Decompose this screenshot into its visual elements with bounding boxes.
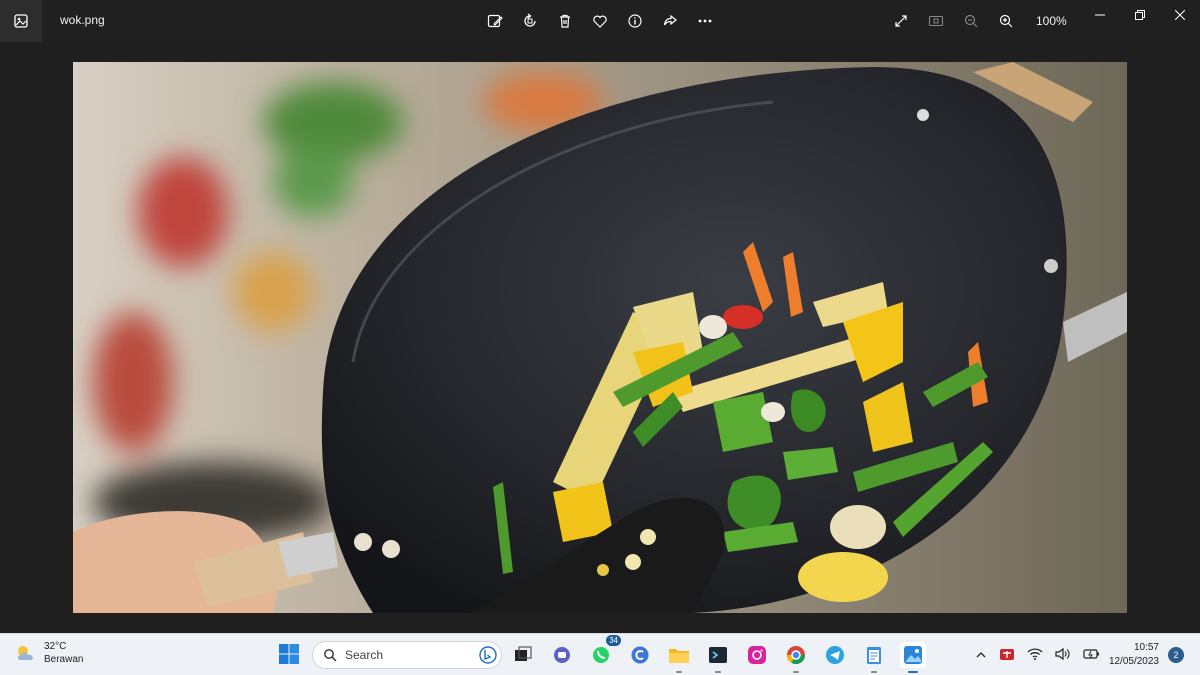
share-icon[interactable] [659,10,681,32]
taskbar-search[interactable]: Search [312,641,502,669]
clock-date: 12/05/2023 [1108,656,1159,667]
weather-widget[interactable]: 32°C Berawan [14,640,83,666]
windows-logo-icon [279,644,299,664]
task-view-icon[interactable] [510,642,536,668]
delete-icon[interactable] [554,10,576,32]
bing-icon[interactable] [479,646,497,664]
edit-image-icon[interactable] [484,10,506,32]
volume-icon[interactable] [1055,647,1071,666]
notification-badge[interactable]: 2 [1168,647,1184,663]
zoom-out-icon[interactable] [960,10,982,32]
start-button[interactable] [278,643,300,670]
cloudy-weather-icon [17,646,33,660]
more-icon[interactable] [694,10,716,32]
photos-taskbar-icon[interactable] [900,642,926,673]
notepad-icon[interactable] [861,642,887,673]
zoom-level[interactable]: 100% [1036,14,1067,28]
wifi-icon[interactable] [1027,647,1043,666]
chat-icon[interactable] [549,642,575,668]
clock-time: 10:57 [1133,642,1159,653]
chevron-up-icon[interactable] [975,648,987,666]
canva-icon[interactable] [627,642,653,668]
minimize-button[interactable] [1080,0,1120,30]
wok-photo [73,62,1127,613]
search-icon [324,649,337,662]
tray-app-icon[interactable] [999,646,1015,667]
weather-condition: Berawan [44,654,84,665]
telegram-icon[interactable] [822,642,848,668]
whatsapp-icon[interactable]: 34 [588,635,621,668]
chrome-icon[interactable] [783,642,809,673]
fullscreen-icon[interactable] [890,10,912,32]
weather-temperature: 32°C [44,641,67,652]
maximize-button[interactable] [1120,0,1160,30]
title-bar: wok.png 100% [0,0,1200,42]
battery-icon[interactable] [1083,647,1101,666]
instagram-icon[interactable] [744,642,770,668]
info-icon[interactable] [624,10,646,32]
file-explorer-icon[interactable] [666,642,692,673]
search-placeholder: Search [345,648,384,662]
close-button[interactable] [1160,0,1200,30]
photos-app-icon[interactable] [0,0,42,42]
image-viewer-area [0,42,1200,633]
taskbar: 32°C Berawan Search 34 10:57 12/05/2023 … [0,633,1200,675]
terminal-app-icon[interactable] [705,642,731,673]
favorite-icon[interactable] [589,10,611,32]
file-name: wok.png [60,13,105,27]
fit-icon[interactable] [925,10,947,32]
rotate-icon[interactable] [519,10,541,32]
whatsapp-badge: 34 [606,635,621,646]
zoom-in-icon[interactable] [995,10,1017,32]
system-clock[interactable]: 10:57 12/05/2023 [1104,641,1159,669]
